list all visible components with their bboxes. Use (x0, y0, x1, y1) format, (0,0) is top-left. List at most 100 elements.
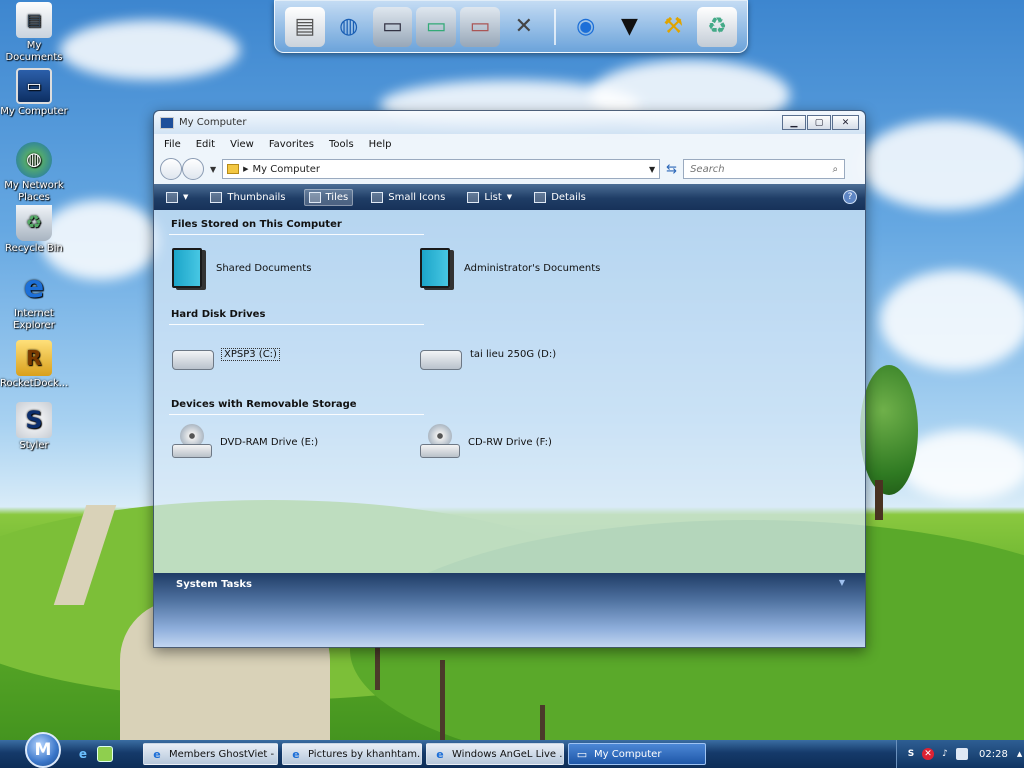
menu-edit[interactable]: Edit (196, 139, 215, 150)
desktop-icon-label: Styler (19, 440, 49, 451)
search-icon[interactable]: ⌕ (832, 164, 838, 175)
menu-bar: File Edit View Favorites Tools Help (154, 134, 865, 154)
desktop-icon-recycle-bin[interactable]: ♻ Recycle Bin (0, 205, 68, 255)
dropdown-arrow-icon: ▼ (183, 193, 189, 201)
search-input[interactable] (690, 163, 833, 175)
help-icon[interactable]: ? (843, 190, 857, 204)
title-bar[interactable]: My Computer ▁ ▢ ✕ (154, 111, 865, 134)
tshirt-icon[interactable]: ▼ (610, 7, 650, 47)
shared-documents-icon (172, 248, 202, 288)
folder-pictures-icon[interactable]: ▭ (416, 6, 457, 47)
quick-launch: e (75, 746, 113, 762)
search-box[interactable]: ⌕ (683, 159, 846, 179)
desktop-icon-my-documents[interactable]: ▤ My Documents (0, 2, 68, 64)
clock[interactable]: 02:28 (979, 749, 1008, 760)
taskbar-button-label: Members GhostViet - ... (169, 748, 278, 760)
tiles-button[interactable]: Tiles (303, 188, 354, 206)
address-row: ▼ ▶ My Computer ▼ ⇆ ⌕ (154, 154, 865, 184)
notepad-icon[interactable]: ▤ (285, 6, 325, 47)
group-title: Hard Disk Drives (171, 309, 266, 320)
dock-separator (553, 8, 556, 45)
menu-tools[interactable]: Tools (329, 139, 354, 150)
taskbar: M e e Members GhostViet - ... e Pictures… (0, 732, 1024, 768)
desktop-icon-rocketdock[interactable]: R RocketDock... (0, 340, 68, 390)
network-icon[interactable]: ◍ (329, 7, 369, 47)
details-button[interactable]: Details (530, 190, 590, 205)
tile-drive-e[interactable]: DVD-RAM Drive (E:) (172, 424, 318, 460)
taskbar-button-pictures[interactable]: e Pictures by khanhtam... (282, 743, 422, 765)
rocketdock-icon: R (16, 340, 52, 376)
start-button[interactable]: M (25, 732, 61, 768)
globe-icon[interactable]: ◉ (566, 7, 606, 47)
tile-shared-documents[interactable]: Shared Documents (172, 248, 311, 288)
tray-expand-icon[interactable]: ▲ (1017, 750, 1022, 758)
tools-icon[interactable]: ✕ (504, 7, 544, 47)
internet-explorer-icon: e (23, 270, 45, 305)
collapse-chevron-icon[interactable]: ▼ (839, 578, 845, 587)
desktop-icon-styler[interactable]: S Styler (0, 402, 68, 452)
taskbar-button-windows-angel[interactable]: e Windows AnGeL Live ... (426, 743, 564, 765)
menu-file[interactable]: File (164, 139, 181, 150)
desktop-icon-label: Recycle Bin (5, 243, 63, 254)
folder-photos-icon[interactable]: ▭ (460, 6, 500, 47)
tile-drive-d[interactable]: tai lieu 250G (D:) (420, 338, 556, 370)
thumbnails-button[interactable]: Thumbnails (206, 190, 289, 205)
close-button[interactable]: ✕ (832, 115, 859, 130)
tile-label: XPSP3 (C:) (221, 347, 280, 361)
internet-explorer-icon: e (436, 747, 444, 761)
folder-icon (227, 164, 240, 174)
group-divider (169, 414, 424, 415)
group-divider (169, 234, 424, 235)
small-icons-icon (371, 191, 384, 203)
address-bar[interactable]: ▶ My Computer ▼ (222, 159, 661, 179)
recycle-bin-icon[interactable]: ♻ (697, 6, 737, 47)
hammer-icon[interactable]: ⚒ (653, 7, 693, 47)
network-places-icon: ◍ (16, 142, 52, 178)
desktop-icon-my-computer[interactable]: ▭ My Computer (0, 68, 68, 118)
internet-explorer-icon: e (292, 747, 300, 761)
menu-view[interactable]: View (230, 139, 254, 150)
desktop-icon-internet-explorer[interactable]: e Internet Explorer (0, 270, 68, 332)
folder-documents-icon[interactable]: ▭ (372, 6, 413, 47)
taskbar-button-label: My Computer (594, 748, 662, 760)
network-status-icon[interactable] (956, 748, 968, 760)
refresh-icon[interactable]: ⇆ (666, 162, 677, 177)
list-button[interactable]: List ▼ (463, 190, 516, 205)
styler-icon[interactable]: S (905, 748, 917, 760)
taskbar-button-my-computer[interactable]: ▭ My Computer (568, 743, 706, 765)
show-desktop-icon[interactable] (97, 746, 113, 762)
details-label: Details (551, 191, 586, 203)
system-tasks-title[interactable]: System Tasks (176, 579, 252, 590)
volume-icon[interactable]: ♪ (939, 748, 951, 760)
forward-button[interactable] (182, 158, 204, 180)
system-tray: S ✕ ♪ 02:28 ▲ (896, 740, 1024, 768)
breadcrumb-arrow-icon: ▶ (243, 165, 249, 173)
menu-favorites[interactable]: Favorites (269, 139, 314, 150)
menu-help[interactable]: Help (369, 139, 392, 150)
small-icons-button[interactable]: Small Icons (367, 190, 449, 205)
system-tasks-panel: System Tasks ▼ (154, 573, 865, 647)
taskbar-button-ghostviet[interactable]: e Members GhostViet - ... (143, 743, 278, 765)
dvd-drive-icon (172, 424, 212, 460)
desktop-icon-network-places[interactable]: ◍ My Network Places (0, 142, 68, 204)
tiles-icon (308, 191, 321, 203)
details-icon (534, 191, 547, 203)
tile-drive-c[interactable]: XPSP3 (C:) (172, 338, 280, 370)
maximize-button[interactable]: ▢ (807, 115, 831, 130)
tiles-label: Tiles (325, 191, 349, 203)
cd-drive-icon (420, 424, 460, 460)
address-dropdown-icon[interactable]: ▼ (649, 165, 655, 174)
minimize-button[interactable]: ▁ (782, 115, 806, 130)
back-button[interactable] (160, 158, 182, 180)
tile-administrators-documents[interactable]: Administrator's Documents (420, 248, 600, 288)
view-toolbar: ▼ Thumbnails Tiles Small Icons List ▼ De… (154, 184, 865, 210)
layout-icon (166, 191, 178, 203)
tile-drive-f[interactable]: CD-RW Drive (F:) (420, 424, 552, 460)
internet-explorer-icon[interactable]: e (75, 746, 91, 762)
organize-button[interactable]: ▼ (162, 190, 192, 205)
rocket-dock: ▤ ◍ ▭ ▭ ▭ ✕ ◉ ▼ ⚒ ♻ (274, 0, 748, 53)
security-alert-icon[interactable]: ✕ (922, 748, 934, 760)
recycle-bin-icon: ♻ (16, 205, 52, 241)
chevron-down-icon[interactable]: ▼ (210, 165, 216, 174)
administrator-documents-icon (420, 248, 450, 288)
